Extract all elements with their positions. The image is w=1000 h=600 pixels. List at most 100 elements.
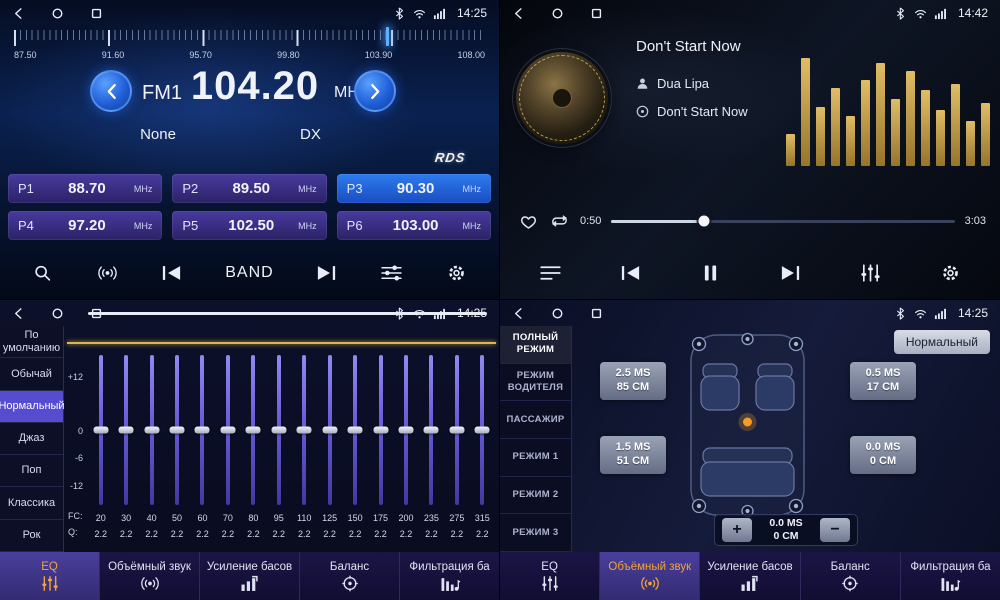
delay-box-front-right[interactable]: 0.5 MS 17 CM bbox=[850, 362, 916, 400]
eq-band-slider[interactable] bbox=[429, 355, 433, 505]
eq-band-slider[interactable] bbox=[480, 355, 484, 505]
recents-square-icon[interactable] bbox=[590, 7, 603, 20]
home-circle-icon[interactable] bbox=[51, 7, 64, 20]
eq-slider-knob[interactable] bbox=[297, 427, 312, 434]
eq-band-slider[interactable] bbox=[379, 355, 383, 505]
eq-band-slider[interactable] bbox=[455, 355, 459, 505]
tab-balance[interactable]: Баланс bbox=[300, 552, 400, 600]
eq-band-slider[interactable] bbox=[353, 355, 357, 505]
listening-mode-item-1[interactable]: РЕЖИМ ВОДИТЕЛЯ bbox=[500, 364, 571, 402]
eq-preset-item-1[interactable]: Обычай bbox=[0, 358, 63, 390]
eq-slider-knob[interactable] bbox=[475, 427, 490, 434]
eq-preset-item-3[interactable]: Джаз bbox=[0, 423, 63, 455]
audio-settings-button[interactable] bbox=[376, 259, 407, 287]
seek-bar[interactable] bbox=[611, 220, 954, 223]
back-icon[interactable] bbox=[12, 7, 25, 20]
band-button[interactable]: BAND bbox=[221, 260, 277, 286]
eq-slider-knob[interactable] bbox=[220, 427, 235, 434]
seek-knob[interactable] bbox=[699, 216, 710, 227]
delay-box-rear-left[interactable]: 1.5 MS 51 CM bbox=[600, 436, 666, 474]
tab-subwoofer-filter[interactable]: Фильтрация ба bbox=[400, 552, 499, 600]
preset-button-p5[interactable]: P5102.50MHz bbox=[172, 211, 326, 240]
eq-slider-knob[interactable] bbox=[373, 427, 388, 434]
next-track-button[interactable] bbox=[775, 259, 806, 287]
recents-square-icon[interactable] bbox=[90, 7, 103, 20]
back-icon[interactable] bbox=[512, 7, 525, 20]
recents-square-icon[interactable] bbox=[590, 307, 603, 320]
eq-band-slider[interactable] bbox=[124, 355, 128, 505]
eq-band-slider[interactable] bbox=[200, 355, 204, 505]
home-circle-icon[interactable] bbox=[51, 307, 64, 320]
eq-band-slider[interactable] bbox=[175, 355, 179, 505]
listening-mode-item-2[interactable]: ПАССАЖИР bbox=[500, 401, 571, 439]
equalizer-button[interactable] bbox=[855, 259, 886, 287]
tab-bass-boost[interactable]: Усиление басов bbox=[200, 552, 300, 600]
eq-preset-item-5[interactable]: Классика bbox=[0, 487, 63, 519]
delay-decrease-button[interactable]: − bbox=[820, 518, 850, 542]
eq-slider-knob[interactable] bbox=[195, 427, 210, 434]
eq-band-slider[interactable] bbox=[150, 355, 154, 505]
delay-box-front-left[interactable]: 2.5 MS 85 CM bbox=[600, 362, 666, 400]
eq-band-slider[interactable] bbox=[99, 355, 103, 505]
broadcast-button[interactable] bbox=[92, 259, 123, 287]
eq-band-slider[interactable] bbox=[277, 355, 281, 505]
eq-preset-item-6[interactable]: Рок bbox=[0, 520, 63, 552]
preset-button-p6[interactable]: P6103.00MHz bbox=[337, 211, 491, 240]
back-icon[interactable] bbox=[512, 307, 525, 320]
bands-scrollbar[interactable] bbox=[88, 312, 487, 315]
tab-subwoofer-filter[interactable]: Фильтрация ба bbox=[901, 552, 1000, 600]
delay-box-rear-right[interactable]: 0.0 MS 0 CM bbox=[850, 436, 916, 474]
sound-profile-button[interactable]: Нормальный bbox=[894, 330, 990, 354]
eq-slider-knob[interactable] bbox=[144, 427, 159, 434]
favorite-heart-icon[interactable] bbox=[518, 212, 539, 230]
tab-surround[interactable]: Объёмный звук bbox=[600, 552, 700, 600]
home-circle-icon[interactable] bbox=[551, 7, 564, 20]
back-icon[interactable] bbox=[12, 307, 25, 320]
home-circle-icon[interactable] bbox=[551, 307, 564, 320]
preset-button-p1[interactable]: P188.70MHz bbox=[8, 174, 162, 203]
preset-button-p2[interactable]: P289.50MHz bbox=[172, 174, 326, 203]
previous-station-button[interactable] bbox=[156, 259, 187, 287]
tab-balance[interactable]: Баланс bbox=[801, 552, 901, 600]
tab-eq-sliders[interactable]: EQ bbox=[500, 552, 600, 600]
tab-surround[interactable]: Объёмный звук bbox=[100, 552, 200, 600]
frequency-ruler[interactable]: 87.5091.6095.7099.80103.90108.00 bbox=[14, 30, 485, 66]
eq-preset-item-2[interactable]: Нормальный bbox=[0, 391, 63, 423]
eq-slider-knob[interactable] bbox=[424, 427, 439, 434]
eq-slider-knob[interactable] bbox=[449, 427, 464, 434]
preset-button-p4[interactable]: P497.20MHz bbox=[8, 211, 162, 240]
listening-mode-item-3[interactable]: РЕЖИМ 1 bbox=[500, 439, 571, 477]
listening-mode-item-5[interactable]: РЕЖИМ 3 bbox=[500, 514, 571, 552]
listening-mode-item-0[interactable]: ПОЛНЫЙ РЕЖИМ bbox=[500, 326, 571, 364]
eq-band-slider[interactable] bbox=[226, 355, 230, 505]
eq-slider-knob[interactable] bbox=[398, 427, 413, 434]
settings-button[interactable] bbox=[935, 259, 966, 287]
pause-button[interactable] bbox=[695, 259, 726, 287]
preset-button-p3[interactable]: P390.30MHz bbox=[337, 174, 491, 203]
settings-button[interactable] bbox=[441, 259, 472, 287]
eq-slider-knob[interactable] bbox=[170, 427, 185, 434]
eq-band-slider[interactable] bbox=[251, 355, 255, 505]
listening-mode-item-4[interactable]: РЕЖИМ 2 bbox=[500, 477, 571, 515]
tab-bass-boost[interactable]: Усиление басов bbox=[700, 552, 800, 600]
eq-slider-knob[interactable] bbox=[271, 427, 286, 434]
eq-slider-knob[interactable] bbox=[119, 427, 134, 434]
tab-eq-sliders[interactable]: EQ bbox=[0, 552, 100, 600]
eq-slider-knob[interactable] bbox=[322, 427, 337, 434]
tune-down-button[interactable] bbox=[90, 70, 132, 112]
eq-band-slider[interactable] bbox=[404, 355, 408, 505]
tune-up-button[interactable] bbox=[354, 70, 396, 112]
eq-preset-item-0[interactable]: По умолчанию bbox=[0, 326, 63, 358]
eq-band-slider[interactable] bbox=[328, 355, 332, 505]
eq-slider-knob[interactable] bbox=[246, 427, 261, 434]
next-station-button[interactable] bbox=[311, 259, 342, 287]
eq-preset-item-4[interactable]: Поп bbox=[0, 455, 63, 487]
station-scan-button[interactable] bbox=[27, 259, 58, 287]
eq-slider-knob[interactable] bbox=[93, 427, 108, 434]
delay-increase-button[interactable]: + bbox=[722, 518, 752, 542]
repeat-icon[interactable] bbox=[549, 212, 570, 230]
eq-band-slider[interactable] bbox=[302, 355, 306, 505]
playlist-button[interactable] bbox=[535, 259, 566, 287]
eq-slider-knob[interactable] bbox=[348, 427, 363, 434]
previous-track-button[interactable] bbox=[615, 259, 646, 287]
